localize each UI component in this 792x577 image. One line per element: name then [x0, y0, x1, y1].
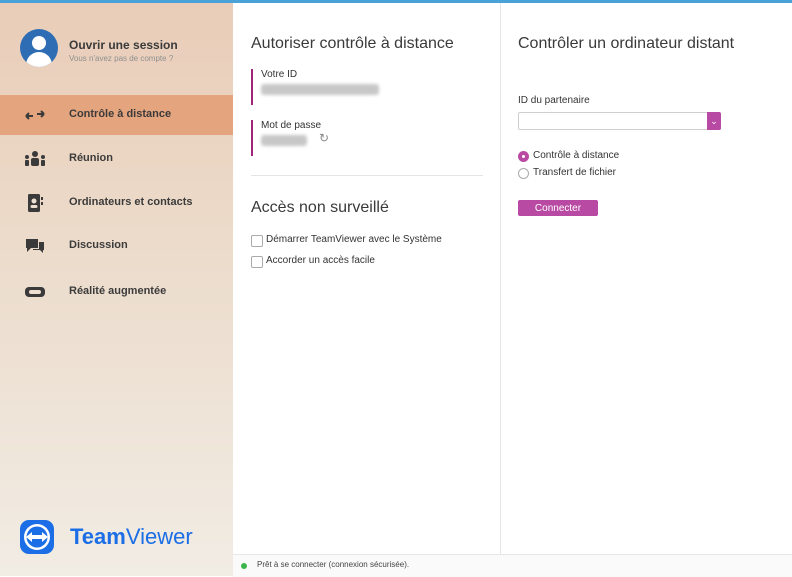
status-indicator-icon [241, 563, 247, 569]
meeting-icon [25, 151, 45, 166]
unattended-title: Accès non surveillé [251, 199, 389, 216]
sidebar-item-label: Ordinateurs et contacts [69, 196, 193, 208]
sidebar-item-chat[interactable]: Discussion [0, 226, 233, 266]
avatar-icon[interactable] [20, 29, 58, 67]
chevron-down-icon[interactable]: ⌄ [707, 112, 721, 130]
your-id-group: Votre ID [251, 69, 433, 105]
sidebar-item-label: Réunion [69, 152, 113, 164]
teamviewer-logo: TeamViewer [20, 518, 230, 558]
radio-button-selected[interactable] [518, 151, 529, 162]
connect-button[interactable]: Connecter [518, 200, 598, 216]
sign-in-title[interactable]: Ouvrir une session [69, 38, 178, 52]
sidebar-item-remote-control[interactable]: Contrôle à distance [0, 95, 233, 135]
radio-label[interactable]: Contrôle à distance [533, 150, 619, 161]
refresh-password-icon[interactable]: ↻ [319, 131, 329, 145]
control-remote-computer-panel: Contrôler un ordinateur distant ID du pa… [501, 3, 792, 576]
status-bar: Prêt à se connecter (connexion sécurisée… [233, 554, 792, 577]
allow-title: Autoriser contrôle à distance [251, 35, 454, 52]
partner-id-label: ID du partenaire [518, 95, 590, 106]
checkbox-label[interactable]: Accorder un accès facile [266, 255, 375, 266]
sidebar-item-label: Réalité augmentée [69, 285, 167, 297]
sidebar: Ouvrir une session Vous n'avez pas de co… [0, 3, 233, 576]
your-id-value-redacted [261, 84, 379, 95]
radio-label[interactable]: Transfert de fichier [533, 167, 616, 178]
checkbox-label[interactable]: Démarrer TeamViewer avec le Système [266, 234, 442, 245]
arrows-icon [25, 110, 45, 120]
contacts-icon [28, 194, 43, 212]
radio-button[interactable] [518, 168, 529, 179]
partner-id-combobox[interactable]: ⌄ [518, 112, 721, 130]
sidebar-item-meeting[interactable]: Réunion [0, 139, 233, 179]
sidebar-item-augmented-reality[interactable]: Réalité augmentée [0, 272, 233, 312]
checkbox-box[interactable] [251, 256, 263, 268]
password-value-redacted [261, 135, 307, 146]
ar-icon [25, 287, 45, 297]
divider [251, 175, 483, 176]
password-group: Mot de passe ↻ [251, 120, 433, 156]
logo-wordmark: TeamViewer [70, 524, 193, 549]
chat-icon [26, 239, 44, 253]
status-text: Prêt à se connecter (connexion sécurisée… [257, 560, 410, 569]
sidebar-item-computers-contacts[interactable]: Ordinateurs et contacts [0, 183, 233, 223]
allow-remote-control-panel: Autoriser contrôle à distance Votre ID M… [233, 3, 500, 576]
password-label: Mot de passe [261, 120, 322, 131]
your-id-label: Votre ID [261, 69, 298, 80]
sidebar-item-label: Contrôle à distance [69, 108, 172, 120]
control-title: Contrôler un ordinateur distant [518, 35, 735, 52]
sidebar-item-label: Discussion [69, 239, 128, 251]
sign-in-area[interactable]: Ouvrir une session Vous n'avez pas de co… [12, 25, 227, 75]
checkbox-box[interactable] [251, 235, 263, 247]
teamviewer-logo-icon [20, 520, 54, 554]
sign-in-subtitle[interactable]: Vous n'avez pas de compte ? [69, 54, 173, 63]
